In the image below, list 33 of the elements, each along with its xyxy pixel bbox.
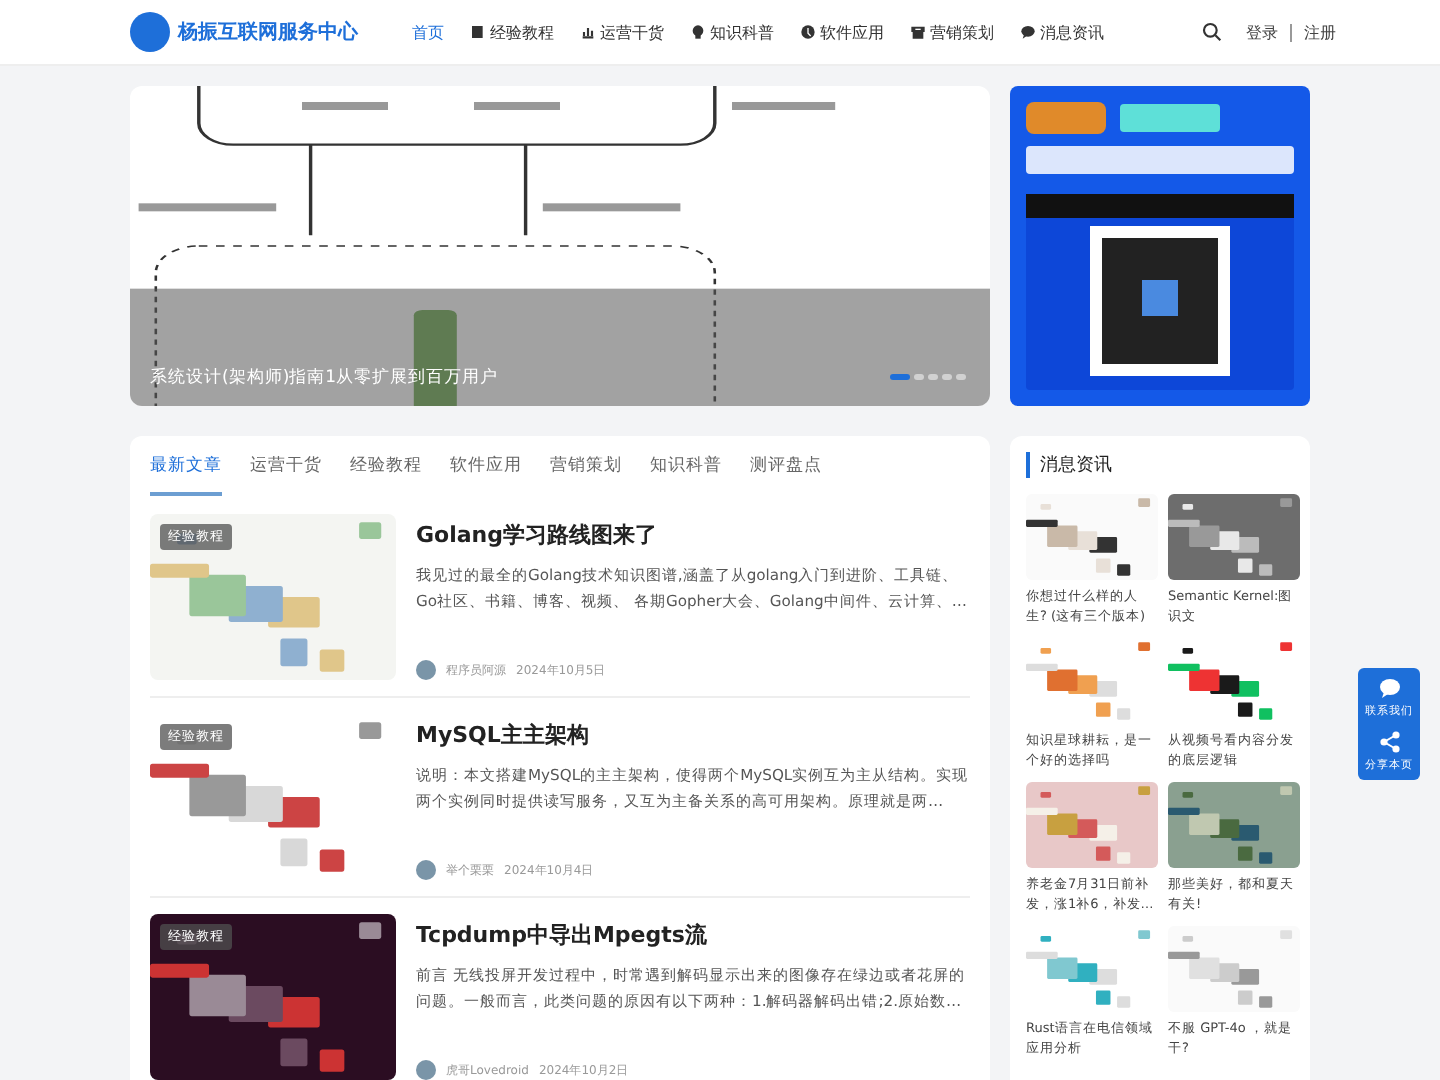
nav-link[interactable]: 知识科普 (690, 21, 774, 43)
banner-caption: 系统设计(架构师)指南1从零扩展到百万用户 (150, 366, 499, 390)
login-link[interactable]: 登录 (1246, 21, 1278, 43)
bulb-icon (690, 24, 706, 40)
article-title[interactable]: MySQL主主架构 (416, 720, 970, 750)
category-tab[interactable]: 最新文章 (150, 436, 222, 496)
nav-link[interactable]: 软件应用 (800, 21, 884, 43)
author-avatar (416, 660, 436, 680)
category-tab[interactable]: 营销策划 (550, 436, 622, 496)
nav-link[interactable]: 经验教程 (470, 21, 554, 43)
category-tab[interactable]: 经验教程 (350, 436, 422, 496)
article-title[interactable]: Tcpdump中导出Mpegts流 (416, 920, 970, 950)
category-tab[interactable]: 测评盘点 (750, 436, 822, 496)
nav-link[interactable]: 首页 (412, 21, 444, 43)
category-tab[interactable]: 运营干货 (250, 436, 322, 496)
clock-icon (800, 24, 816, 40)
category-tab[interactable]: 知识科普 (650, 436, 722, 496)
register-link[interactable]: 注册 (1304, 21, 1336, 43)
author-avatar (416, 1060, 436, 1080)
site-title: 杨振互联网服务中心 (178, 18, 358, 46)
bar-chart-icon (580, 24, 596, 40)
chat-bubble-icon (1020, 24, 1036, 40)
chat-bubble-icon (1377, 676, 1401, 700)
nav-link[interactable]: 营销策划 (910, 21, 994, 43)
category-tab[interactable]: 软件应用 (450, 436, 522, 496)
share-icon (1377, 730, 1401, 754)
logo-avatar (130, 12, 170, 52)
author-avatar (416, 860, 436, 880)
nav-link[interactable]: 消息资讯 (1020, 21, 1104, 43)
search-icon[interactable] (1202, 22, 1222, 42)
article-title[interactable]: Golang学习路线图来了 (416, 520, 970, 550)
nav-link[interactable]: 运营干货 (580, 21, 664, 43)
section-heading: 消息资讯 (1026, 452, 1302, 478)
